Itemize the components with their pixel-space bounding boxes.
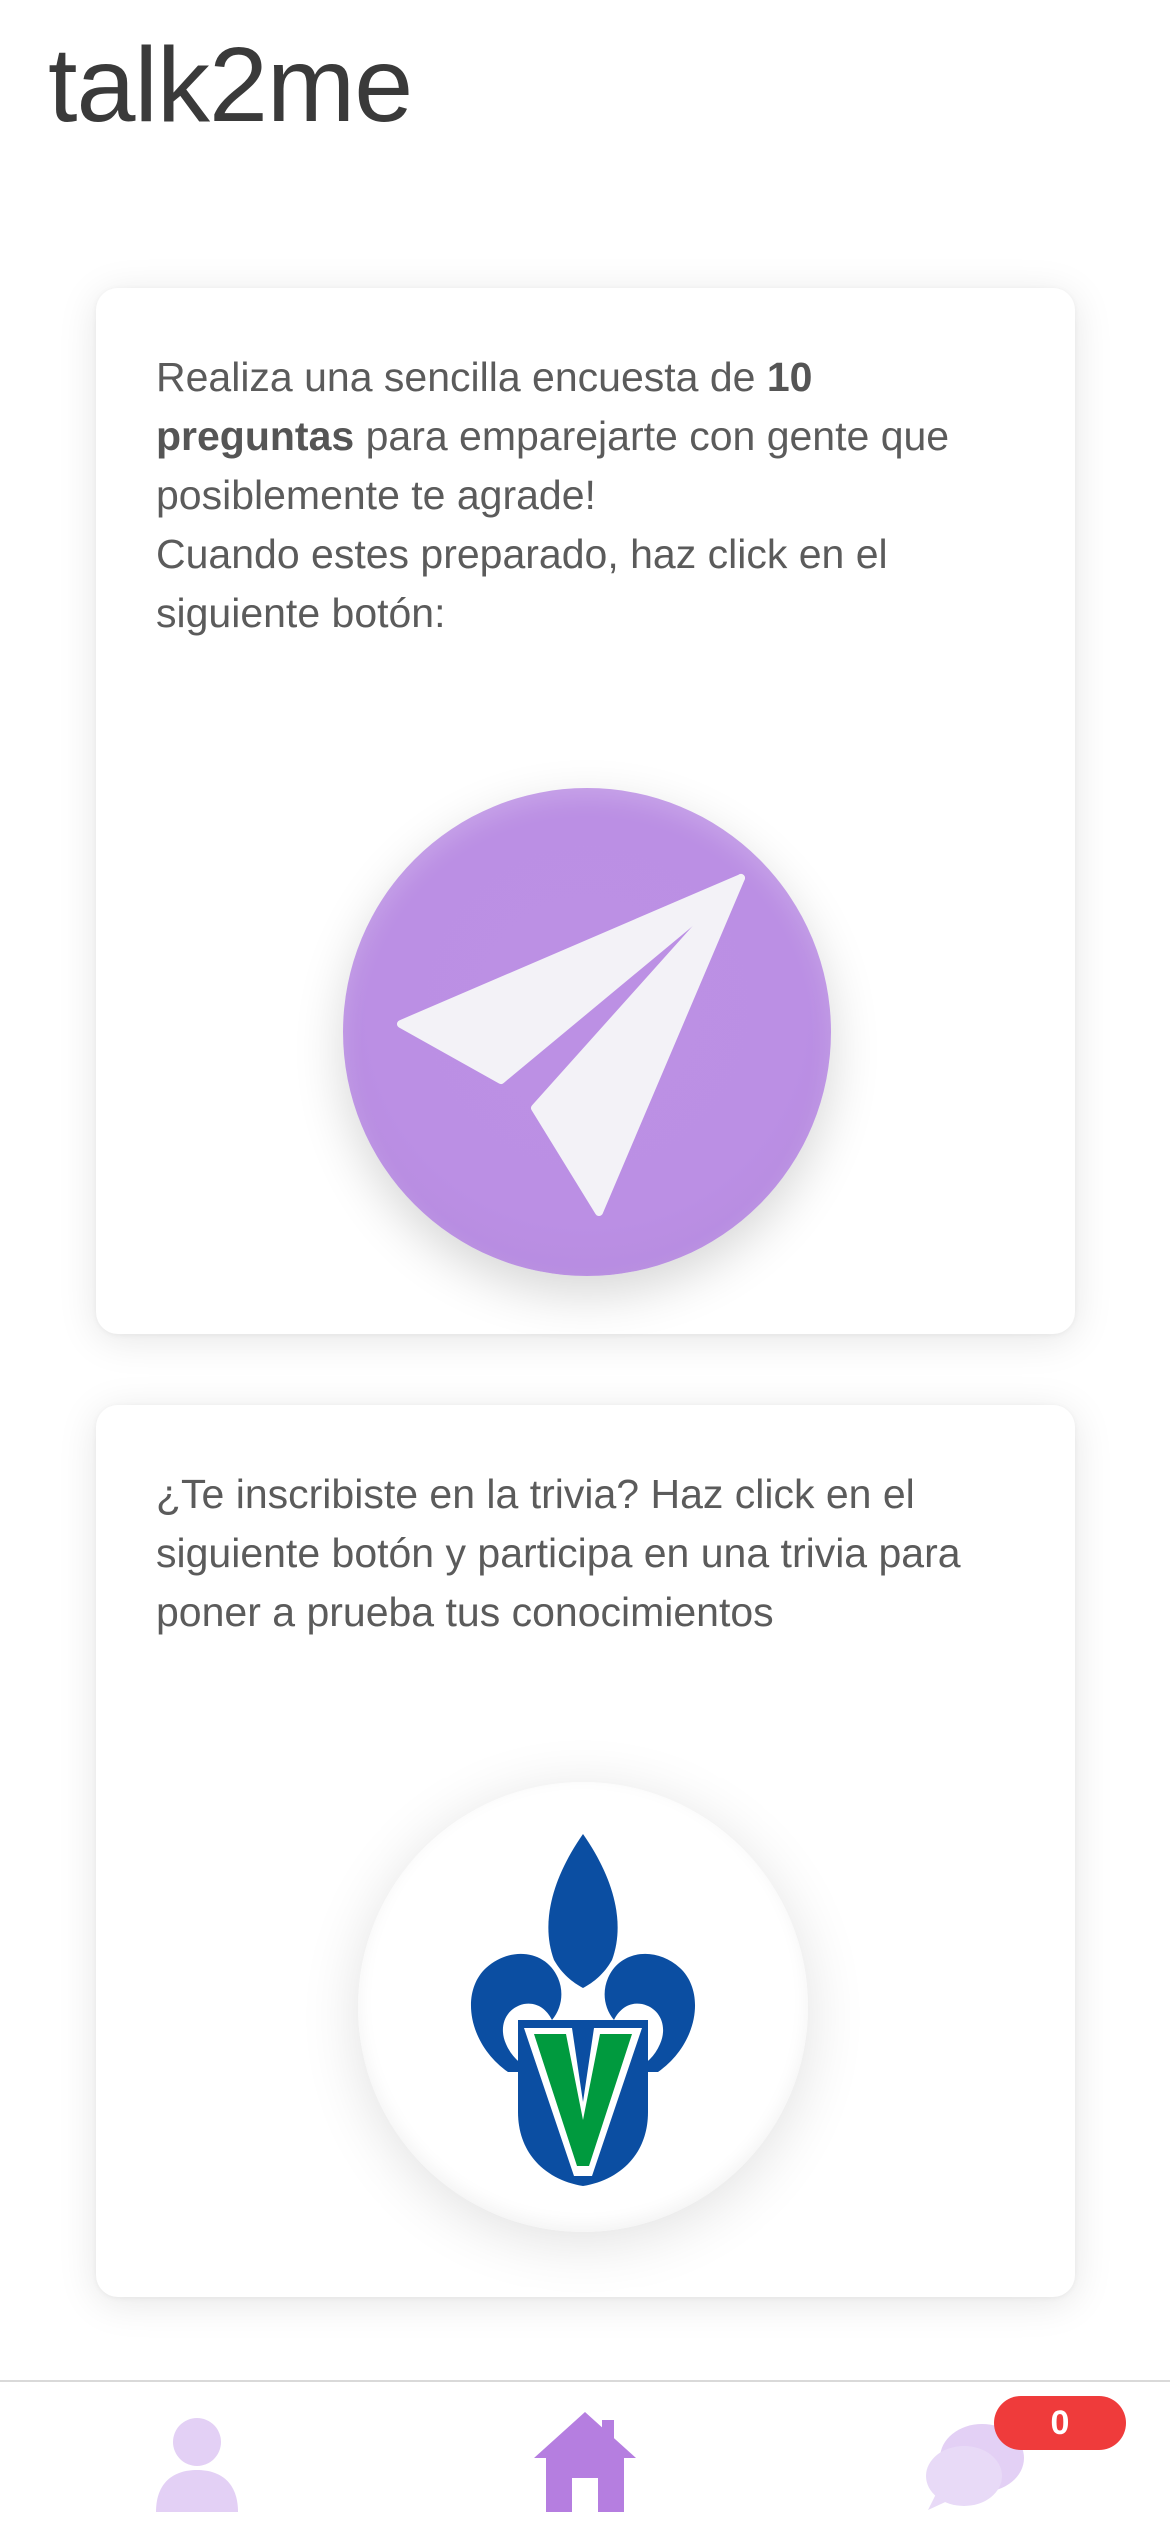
home-icon: [534, 2412, 636, 2512]
trivia-description: ¿Te inscribiste en la trivia? Haz click …: [156, 1471, 961, 1635]
survey-intro: Realiza una sencilla encuesta de 10 preg…: [156, 348, 1015, 525]
paper-plane-icon: [397, 874, 745, 1216]
tab-profile[interactable]: [142, 2404, 252, 2514]
start-survey-button[interactable]: [343, 788, 831, 1276]
trivia-card: ¿Te inscribiste en la trivia? Haz click …: [96, 1405, 1075, 2297]
uv-logo-icon: [470, 1834, 696, 2186]
tab-home[interactable]: [530, 2404, 640, 2514]
user-icon: [156, 2418, 238, 2512]
survey-intro-text: Realiza una sencilla encuesta de: [156, 354, 767, 400]
survey-description: Realiza una sencilla encuesta de 10 preg…: [156, 348, 1015, 643]
join-trivia-button[interactable]: [358, 1782, 808, 2232]
survey-card: Realiza una sencilla encuesta de 10 preg…: [96, 288, 1075, 1334]
app-screen: talk2me Realiza una sencilla encuesta de…: [0, 0, 1170, 2532]
survey-instruction: Cuando estes preparado, haz click en el …: [156, 531, 888, 636]
app-title: talk2me: [48, 26, 413, 144]
chat-notification-badge: 0: [994, 2396, 1126, 2450]
bottom-tab-bar: [0, 2380, 1170, 2532]
